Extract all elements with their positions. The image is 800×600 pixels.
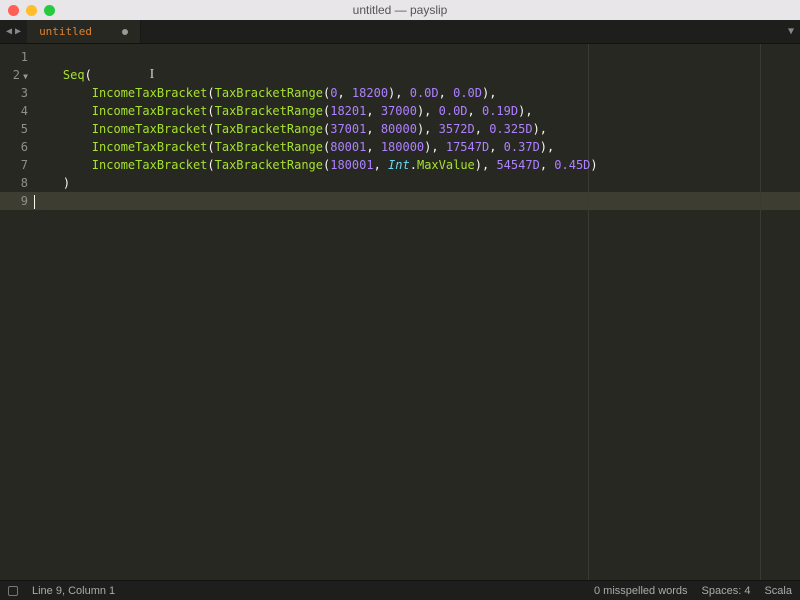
- tab-overflow-icon[interactable]: ▼: [788, 20, 794, 43]
- tab-bar: ◀ ▶ untitled ▼: [0, 20, 800, 44]
- titlebar: untitled — payslip: [0, 0, 800, 20]
- line-number: 2▼: [0, 66, 34, 84]
- minimize-window-icon[interactable]: [26, 5, 37, 16]
- line-number: 8: [0, 174, 34, 192]
- window-controls: [8, 5, 55, 16]
- zoom-window-icon[interactable]: [44, 5, 55, 16]
- status-indentation[interactable]: Spaces: 4: [702, 585, 751, 597]
- window-title: untitled — payslip: [353, 3, 448, 17]
- tab-dirty-indicator-icon: [122, 29, 128, 35]
- line-number: 7: [0, 156, 34, 174]
- nav-back-icon[interactable]: ◀: [6, 26, 12, 37]
- code-area[interactable]: Seq( IncomeTaxBracket(TaxBracketRange(0,…: [34, 44, 800, 580]
- line-number: 4: [0, 102, 34, 120]
- tab-untitled[interactable]: untitled: [27, 20, 141, 43]
- code-line: Seq(: [34, 66, 800, 84]
- text-cursor-icon: [34, 195, 35, 209]
- code-line: [34, 192, 800, 210]
- line-number: 6: [0, 138, 34, 156]
- close-window-icon[interactable]: [8, 5, 19, 16]
- code-line: [34, 48, 800, 66]
- code-line: IncomeTaxBracket(TaxBracketRange(0, 1820…: [34, 84, 800, 102]
- code-line: IncomeTaxBracket(TaxBracketRange(80001, …: [34, 138, 800, 156]
- status-syntax[interactable]: Scala: [764, 585, 792, 597]
- line-number: 1: [0, 48, 34, 66]
- code-line: ): [34, 174, 800, 192]
- code-line: IncomeTaxBracket(TaxBracketRange(180001,…: [34, 156, 800, 174]
- gutter: 1 2▼ 3 4 5 6 7 8 9: [0, 44, 34, 580]
- code-line: IncomeTaxBracket(TaxBracketRange(37001, …: [34, 120, 800, 138]
- status-bar: Line 9, Column 1 0 misspelled words Spac…: [0, 580, 800, 600]
- mouse-ibeam-icon: [150, 69, 156, 83]
- status-spellcheck[interactable]: 0 misspelled words: [594, 585, 688, 597]
- status-panel-icon[interactable]: [8, 586, 18, 596]
- editor[interactable]: 1 2▼ 3 4 5 6 7 8 9 Seq( IncomeTaxBracket…: [0, 44, 800, 580]
- nav-forward-icon[interactable]: ▶: [15, 26, 21, 37]
- status-cursor-position: Line 9, Column 1: [32, 585, 115, 597]
- tab-label: untitled: [39, 25, 92, 38]
- tab-history-nav: ◀ ▶: [0, 20, 27, 43]
- line-number: 5: [0, 120, 34, 138]
- code-line: IncomeTaxBracket(TaxBracketRange(18201, …: [34, 102, 800, 120]
- line-number: 9: [0, 192, 34, 210]
- line-number: 3: [0, 84, 34, 102]
